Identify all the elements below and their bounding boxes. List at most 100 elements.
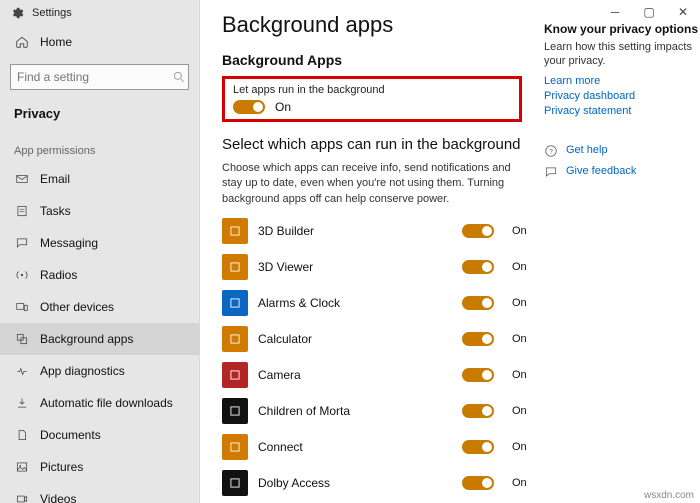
link-learn-more[interactable]: Learn more [544,75,700,87]
sidebar-item-label: Background apps [40,332,133,346]
sidebar-item-label: Messaging [40,236,98,250]
app-name: Calculator [258,332,462,346]
section-heading: App permissions [0,131,199,163]
give-feedback-row[interactable]: Give feedback [544,165,700,180]
app-icon [222,218,248,244]
get-help-row[interactable]: ? Get help [544,144,700,159]
app-name: Connect [258,440,462,454]
app-toggle[interactable] [462,440,494,454]
app-toggle[interactable] [462,296,494,310]
gear-icon [10,6,24,20]
sidebar-item-label: Radios [40,268,77,282]
pictures-icon [14,459,30,475]
link-privacy-statement[interactable]: Privacy statement [544,105,700,117]
app-toggle[interactable] [462,476,494,490]
app-toggle-state: On [512,477,527,489]
app-title-text: Settings [32,7,72,19]
search-box[interactable] [10,64,189,90]
search-input[interactable] [17,70,172,84]
master-toggle-state: On [275,100,291,114]
watermark: wsxdn.com [644,490,694,501]
app-toggle-state: On [512,261,527,273]
download-icon [14,395,30,411]
app-icon [222,254,248,280]
select-description: Choose which apps can receive info, send… [222,161,532,207]
sidebar-item-label: Email [40,172,70,186]
app-name: 3D Builder [258,224,462,238]
app-toggle-state: On [512,369,527,381]
master-toggle-caption: Let apps run in the background [233,84,511,96]
minimize-button[interactable]: ─ [598,0,632,24]
app-name: Alarms & Clock [258,296,462,310]
sidebar-item-videos[interactable]: Videos [0,483,199,503]
app-row: Children of Morta On [222,393,532,429]
privacy-options-text: Learn how this setting impacts your priv… [544,40,700,69]
sidebar-item-radios[interactable]: Radios [0,259,199,291]
window-controls: ─ ▢ ✕ [598,0,700,24]
help-icon: ? [544,144,558,158]
sidebar-item-other-devices[interactable]: Other devices [0,291,199,323]
app-icon [222,470,248,496]
sidebar-item-label: Automatic file downloads [40,396,173,410]
app-icon [222,362,248,388]
sidebar: Settings Home Privacy App permissions Em… [0,0,200,503]
app-toggle-state: On [512,225,527,237]
app-row: ConnectOn [222,429,532,465]
app-title: Settings [0,0,199,26]
documents-icon [14,427,30,443]
app-toggle[interactable] [462,260,494,274]
email-icon [14,171,30,187]
home-label: Home [40,35,72,49]
sidebar-item-app-diagnostics[interactable]: App diagnostics [0,355,199,387]
master-toggle[interactable] [233,100,265,114]
app-toggle-state: On [512,297,527,309]
get-help-link[interactable]: Get help [566,144,608,156]
app-name: 3D Viewer [258,260,462,274]
sidebar-item-label: Other devices [40,300,114,314]
main-panel: Background apps Background Apps Let apps… [222,12,544,503]
messaging-icon [14,235,30,251]
app-row: Calculator On [222,321,532,357]
app-row: 3D Viewer On [222,249,532,285]
app-toggle[interactable] [462,332,494,346]
app-icon [222,326,248,352]
give-feedback-link[interactable]: Give feedback [566,165,636,177]
app-icon [222,290,248,316]
app-toggle-state: On [512,333,527,345]
sidebar-item-pictures[interactable]: Pictures [0,451,199,483]
section-title: Background Apps [222,52,532,68]
diagnostics-icon [14,363,30,379]
sidebar-item-label: Pictures [40,460,83,474]
background-apps-icon [14,331,30,347]
app-toggle[interactable] [462,404,494,418]
privacy-options-title: Know your privacy options [544,22,700,36]
page-title: Background apps [222,12,532,38]
close-button[interactable]: ✕ [666,0,700,24]
home-nav[interactable]: Home [0,26,199,58]
devices-icon [14,299,30,315]
app-toggle-state: On [512,405,527,417]
home-icon [14,34,30,50]
sidebar-item-background-apps[interactable]: Background apps [0,323,199,355]
sidebar-item-email[interactable]: Email [0,163,199,195]
right-panel: Know your privacy options Learn how this… [544,12,700,503]
app-icon [222,434,248,460]
sidebar-item-documents[interactable]: Documents [0,419,199,451]
sidebar-item-label: Documents [40,428,101,442]
app-toggle[interactable] [462,224,494,238]
app-list: 3D BuilderOn3D ViewerOnAlarms & ClockOnC… [222,213,532,501]
category-heading: Privacy [0,96,199,131]
app-icon [222,398,248,424]
svg-text:?: ? [549,148,553,155]
app-toggle[interactable] [462,368,494,382]
app-name: Children of Morta [258,404,462,418]
app-row: Dolby AccessOn [222,465,532,501]
sidebar-item-tasks[interactable]: Tasks [0,195,199,227]
tasks-icon [14,203,30,219]
maximize-button[interactable]: ▢ [632,0,666,24]
link-privacy-dashboard[interactable]: Privacy dashboard [544,90,700,102]
feedback-icon [544,165,558,179]
sidebar-item-messaging[interactable]: Messaging [0,227,199,259]
sidebar-item-label: App diagnostics [40,364,125,378]
sidebar-item-auto-downloads[interactable]: Automatic file downloads [0,387,199,419]
